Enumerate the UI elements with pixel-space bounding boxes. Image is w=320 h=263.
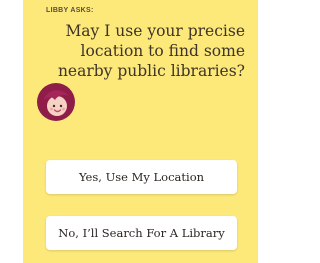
search-for-library-button[interactable]: No, I’ll Search For A Library [46,216,237,250]
location-question-text: May I use your precise location to find … [57,22,245,80]
libby-avatar-icon [36,82,76,122]
use-my-location-button[interactable]: Yes, Use My Location [46,160,237,194]
location-permission-panel: LIBBY ASKS: May I use your precise locat… [23,0,258,263]
libby-asks-label: LIBBY ASKS: [46,7,94,14]
